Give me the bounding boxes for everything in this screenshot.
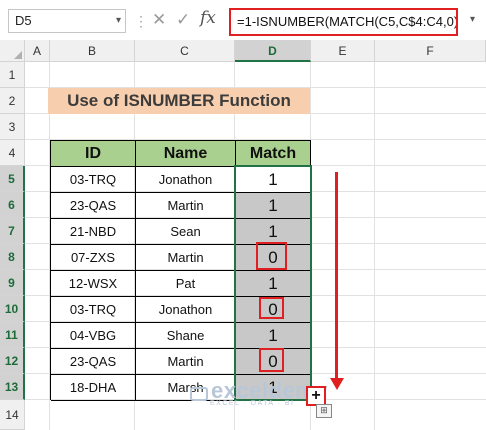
cell-id[interactable]: 03-TRQ (51, 167, 136, 193)
cancel-icon[interactable]: ✕ (152, 9, 166, 31)
row-header-9[interactable]: 9 (0, 270, 25, 296)
more-options-icon: ⋮ (134, 13, 148, 29)
column-header-a[interactable]: A (25, 40, 50, 62)
formula-input[interactable]: =1-ISNUMBER(MATCH(C5,C$4:C4,0)) (229, 8, 458, 36)
cell-id[interactable]: 04-VBG (51, 323, 136, 349)
row-header-2[interactable]: 2 (0, 88, 25, 114)
cell-id[interactable]: 18-DHA (51, 375, 136, 401)
highlight-box (256, 242, 287, 270)
cell-id[interactable]: 07-ZXS (51, 245, 136, 271)
header-name[interactable]: Name (136, 141, 236, 167)
cell-id[interactable]: 23-QAS (51, 193, 136, 219)
row-header-10[interactable]: 10 (0, 296, 25, 322)
row-header-13[interactable]: 13 (0, 374, 25, 400)
expand-formula-bar-icon[interactable]: ▾ (470, 14, 475, 25)
cell-name[interactable]: Jonathon (136, 167, 236, 193)
gridline (374, 62, 375, 430)
enter-icon[interactable]: ✓ (176, 9, 190, 31)
name-box[interactable]: D5 ▾ (8, 9, 126, 33)
row-header-12[interactable]: 12 (0, 348, 25, 374)
exceldemy-logo-icon (190, 386, 208, 401)
header-match[interactable]: Match (236, 141, 311, 167)
cell-name[interactable]: Shane (136, 323, 236, 349)
quick-analysis-icon[interactable]: ⊞ (316, 404, 332, 418)
cell-name[interactable]: Sean (136, 219, 236, 245)
row-header-6[interactable]: 6 (0, 192, 25, 218)
row-header-8[interactable]: 8 (0, 244, 25, 270)
cell-name[interactable]: Martin (136, 193, 236, 219)
column-header-d[interactable]: D (235, 40, 311, 62)
cell-name[interactable]: Martin (136, 245, 236, 271)
name-box-value: D5 (15, 13, 32, 28)
select-all-corner[interactable] (0, 40, 25, 62)
chevron-down-icon[interactable]: ▾ (116, 10, 121, 32)
cell-name[interactable]: Pat (136, 271, 236, 297)
cell-name[interactable]: Jonathon (136, 297, 236, 323)
row-header-1[interactable]: 1 (0, 62, 25, 88)
column-header-f[interactable]: F (375, 40, 486, 62)
cell-id[interactable]: 12-WSX (51, 271, 136, 297)
row-header-5[interactable]: 5 (0, 166, 25, 192)
column-header-c[interactable]: C (135, 40, 235, 62)
column-header-b[interactable]: B (50, 40, 135, 62)
highlight-box (259, 297, 284, 319)
row-header-4[interactable]: 4 (0, 140, 25, 166)
row-header-11[interactable]: 11 (0, 322, 25, 348)
row-header-14[interactable]: 14 (0, 400, 25, 430)
formula-bar: D5 ▾ ⋮ ✕ ✓ fx =1-ISNUMBER(MATCH(C5,C$4:C… (0, 0, 486, 41)
insert-function-icon[interactable]: fx (200, 8, 216, 28)
cell-id[interactable]: 21-NBD (51, 219, 136, 245)
cell-name[interactable]: Martin (136, 349, 236, 375)
arrow-head-icon (330, 378, 344, 390)
sheet-title[interactable]: Use of ISNUMBER Function (48, 88, 310, 114)
highlight-box (259, 348, 284, 372)
fill-crosshair-cursor: + (306, 386, 326, 406)
row-header-7[interactable]: 7 (0, 218, 25, 244)
cell-id[interactable]: 23-QAS (51, 349, 136, 375)
row-header-3[interactable]: 3 (0, 114, 25, 140)
down-arrow-annotation (335, 172, 338, 380)
cell-id[interactable]: 03-TRQ (51, 297, 136, 323)
header-id[interactable]: ID (51, 141, 136, 167)
column-header-e[interactable]: E (311, 40, 375, 62)
